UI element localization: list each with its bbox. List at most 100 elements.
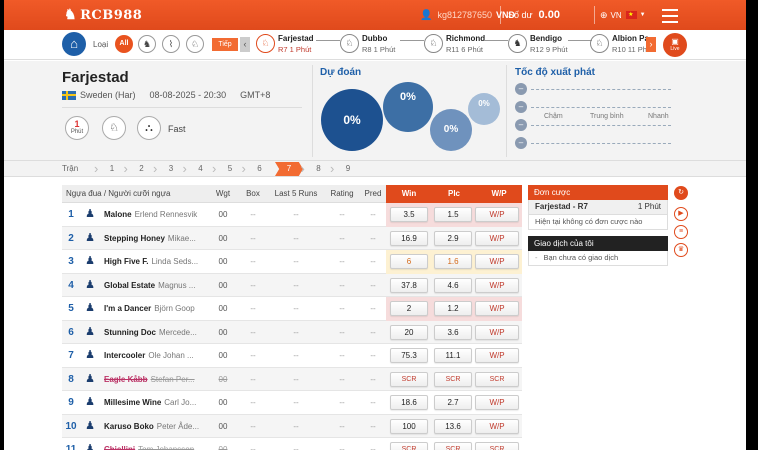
race-tab-4[interactable]: 4: [183, 162, 215, 176]
table-row: 11 ♟ Chiellini Tom Johansson 00 -- -- -- -- SCR SC…: [62, 438, 522, 450]
place-odds-button[interactable]: 1.2: [434, 301, 472, 316]
scroll-left-button[interactable]: ‹: [240, 37, 250, 52]
win-odds-button[interactable]: 37.8: [390, 277, 428, 293]
runner-rating: --: [339, 445, 345, 450]
greyhound-filter-icon[interactable]: ⌇: [162, 35, 180, 53]
hamburger-menu-button[interactable]: [660, 5, 680, 25]
race-tab-6[interactable]: 6: [242, 162, 274, 176]
runner-name[interactable]: Eagle Kåbb Stefan Per...: [104, 368, 204, 391]
runner-box: --: [250, 233, 256, 243]
runner-rating: --: [339, 327, 345, 337]
win-odds-button[interactable]: 100: [390, 418, 428, 434]
odds-cell-group: 37.8 4.6 W/P: [386, 274, 522, 298]
win-place-button[interactable]: W/P: [475, 277, 519, 293]
win-place-button[interactable]: W/P: [475, 324, 519, 340]
live-button[interactable]: ▣ Live: [663, 33, 687, 57]
list-icon[interactable]: ≡: [674, 225, 688, 239]
odds-cell-group: 18.6 2.7 W/P: [386, 391, 522, 415]
language-select[interactable]: ⊕ VN ▼: [600, 0, 646, 30]
win-place-button[interactable]: SCR: [475, 371, 519, 387]
harness-filter-icon[interactable]: ♘: [186, 35, 204, 53]
runner-last5: --: [293, 421, 299, 431]
runner-name[interactable]: I'm a Dancer Björn Goop: [104, 297, 204, 320]
win-place-button[interactable]: W/P: [475, 207, 519, 222]
runner-name[interactable]: Karuso Boko Peter Åde...: [104, 415, 204, 438]
jockey-silk-icon: ♟: [85, 419, 95, 432]
place-odds-button[interactable]: 11.1: [434, 348, 472, 363]
runner-weight: 00: [218, 257, 228, 266]
win-place-button[interactable]: W/P: [475, 418, 519, 434]
race-number-bar: Trận 123456789: [4, 161, 746, 177]
place-odds-button[interactable]: 1.6: [434, 254, 472, 269]
win-odds-button[interactable]: 6: [390, 254, 428, 269]
runner-weight: 00: [218, 351, 228, 360]
place-odds-button[interactable]: SCR: [434, 442, 472, 450]
scroll-right-button[interactable]: ›: [646, 37, 656, 52]
runner-name[interactable]: Stepping Honey Mikae...: [104, 227, 204, 250]
trophy-icon[interactable]: ♛: [674, 243, 688, 257]
win-odds-button[interactable]: 18.6: [390, 395, 428, 410]
table-row: 7 ♟ Intercooler Ole Johan ... 00 -- -- -- -- 75.3…: [62, 344, 522, 368]
win-place-button[interactable]: SCR: [475, 442, 519, 450]
runner-box: --: [250, 445, 256, 450]
refresh-icon[interactable]: ↻: [674, 186, 688, 200]
runner-name[interactable]: Stunning Doc Mercede...: [104, 321, 204, 344]
horse-racing-filter-icon[interactable]: ♞: [138, 35, 156, 53]
win-place-button[interactable]: W/P: [475, 230, 519, 246]
place-odds-button[interactable]: 2.9: [434, 230, 472, 246]
place-odds-button[interactable]: 2.7: [434, 395, 472, 410]
win-odds-button[interactable]: SCR: [390, 371, 428, 387]
win-odds-button[interactable]: 3.5: [390, 207, 428, 222]
place-odds-button[interactable]: 4.6: [434, 277, 472, 293]
win-odds-button[interactable]: 20: [390, 324, 428, 340]
speed-label-fast: Nhanh: [648, 113, 669, 120]
race-tab-7[interactable]: 7: [275, 162, 303, 176]
runner-weight: 00: [218, 210, 228, 219]
runner-number: 10: [65, 420, 77, 432]
win-odds-button[interactable]: 16.9: [390, 230, 428, 246]
win-place-button[interactable]: W/P: [475, 301, 519, 316]
next-button[interactable]: Tiếp: [212, 38, 238, 51]
runner-name[interactable]: High Five F. Linda Seds...: [104, 250, 204, 273]
win-odds-button[interactable]: 75.3: [390, 348, 428, 363]
win-place-button[interactable]: W/P: [475, 254, 519, 269]
race-tab-1[interactable]: 1: [94, 162, 126, 176]
start-speed-title: Tốc độ xuất phát: [515, 67, 595, 78]
runner-box: --: [250, 327, 256, 337]
table-row: 4 ♟ Global Estate Magnus ... 00 -- -- -- -- 37.8 4…: [62, 273, 522, 298]
runner-name[interactable]: Malone Erlend Rennesvik: [104, 203, 204, 226]
runner-name[interactable]: Chiellini Tom Johansson: [104, 438, 204, 450]
place-odds-button[interactable]: SCR: [434, 371, 472, 387]
speed-row-minus-icon: –: [515, 137, 527, 149]
place-odds-button[interactable]: 13.6: [434, 418, 472, 434]
filter-all-button[interactable]: All: [115, 35, 133, 53]
track-condition-icon: ⛬: [137, 116, 161, 140]
runner-rating: --: [339, 351, 345, 360]
race-tab-9[interactable]: 9: [330, 162, 362, 176]
runner-pred: --: [370, 304, 376, 313]
runner-box: --: [250, 257, 256, 266]
win-odds-button[interactable]: SCR: [390, 442, 428, 450]
place-odds-button[interactable]: 3.6: [434, 324, 472, 340]
win-place-button[interactable]: W/P: [475, 395, 519, 410]
runner-name[interactable]: Intercooler Ole Johan ...: [104, 344, 204, 367]
win-odds-button[interactable]: 2: [390, 301, 428, 316]
race-tab-8[interactable]: 8: [301, 162, 333, 176]
home-button[interactable]: ⌂: [62, 32, 86, 56]
speed-label-slow: Chậm: [544, 113, 563, 120]
win-place-button[interactable]: W/P: [475, 348, 519, 363]
race-tab-3[interactable]: 3: [153, 162, 185, 176]
table-row: 8 ♟ Eagle Kåbb Stefan Per... 00 -- -- -- -- SCR SC…: [62, 367, 522, 391]
jockey-silk-icon: ♟: [85, 255, 95, 267]
runner-name[interactable]: Global Estate Magnus ...: [104, 274, 204, 297]
race-tab-2[interactable]: 2: [124, 162, 156, 176]
logo[interactable]: ♞ RCB988: [64, 7, 142, 23]
place-odds-button[interactable]: 1.5: [434, 207, 472, 222]
runner-name[interactable]: Millesime Wine Carl Jo...: [104, 391, 204, 414]
runner-number: 5: [68, 303, 74, 314]
race-datetime: 08-08-2025 - 20:30: [149, 90, 227, 100]
race-tab-5[interactable]: 5: [212, 162, 244, 176]
video-icon[interactable]: ▶: [674, 207, 688, 221]
runner-last5: --: [293, 374, 299, 384]
table-header: Ngựa đua / Người cưỡi ngựa Wgt Box Last …: [62, 185, 522, 203]
